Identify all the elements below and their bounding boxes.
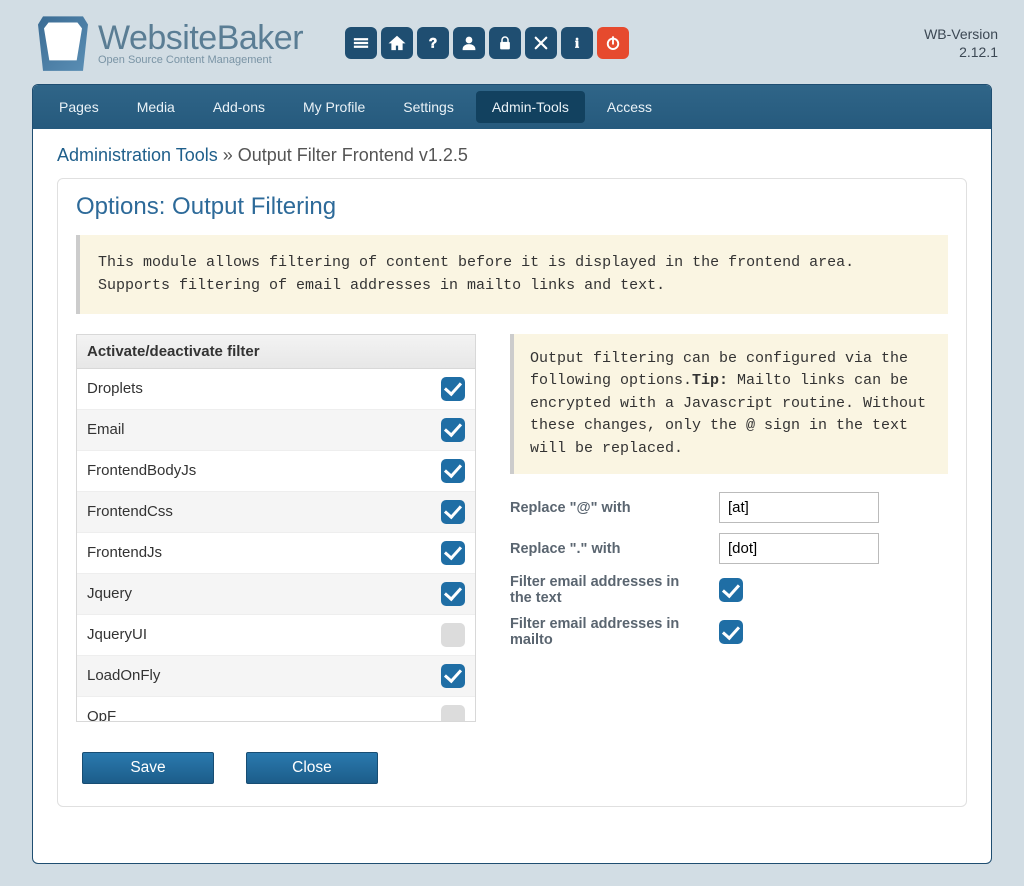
filter-toggle[interactable] [441,418,465,442]
filter-toggle[interactable] [441,705,465,721]
nav-item-settings[interactable]: Settings [387,91,470,123]
version-block: WB-Version 2.12.1 [924,25,1000,61]
filter-label: JqueryUI [87,626,147,643]
filter-row: FrontendBodyJs [77,451,475,492]
menu-icon[interactable] [345,27,377,59]
options-panel: Options: Output Filtering This module al… [57,178,967,807]
filter-toggle[interactable] [441,623,465,647]
svg-text:?: ? [429,36,437,51]
header-toolbar: ? i [345,27,629,59]
filter-label: FrontendJs [87,544,162,561]
filter-toggle[interactable] [441,377,465,401]
filter-label: OpF [87,708,116,721]
filter-header: Activate/deactivate filter [77,335,475,369]
filter-label: FrontendCss [87,503,173,520]
filter-row: Email [77,410,475,451]
filter-text-label: Filter email addresses in the text [510,574,705,606]
replace-dot-row: Replace "." with [510,533,948,564]
filter-label: Email [87,421,125,438]
intro-info-box: This module allows filtering of content … [76,235,948,314]
filter-row: FrontendCss [77,492,475,533]
tip-box: Output filtering can be configured via t… [510,334,948,475]
filter-mailto-toggle[interactable] [719,620,743,644]
filter-label: Jquery [87,585,132,602]
filter-row: OpF [77,697,475,721]
filter-row: Droplets [77,369,475,410]
help-icon[interactable]: ? [417,27,449,59]
filter-box: Activate/deactivate filter Droplets Email… [76,334,476,722]
brand-tagline: Open Source Content Management [98,55,303,66]
nav-item-media[interactable]: Media [121,91,191,123]
app-frame: PagesMediaAdd-onsMy ProfileSettingsAdmin… [32,84,992,864]
filter-toggle[interactable] [441,459,465,483]
filter-column: Activate/deactivate filter Droplets Email… [76,334,476,722]
filter-row: JqueryUI [77,615,475,656]
filter-toggle[interactable] [441,541,465,565]
brand-logo-block: WebsiteBaker Open Source Content Managem… [38,14,303,72]
options-column: Output filtering can be configured via t… [510,334,948,722]
breadcrumb-sep: » [218,145,238,165]
columns: Activate/deactivate filter Droplets Email… [76,334,948,722]
filter-row: Jquery [77,574,475,615]
main-nav: PagesMediaAdd-onsMy ProfileSettingsAdmin… [33,85,991,129]
replace-dot-label: Replace "." with [510,541,705,557]
replace-dot-input[interactable] [719,533,879,564]
filter-label: LoadOnFly [87,667,160,684]
filter-toggle[interactable] [441,664,465,688]
filter-row: LoadOnFly [77,656,475,697]
filter-toggle[interactable] [441,582,465,606]
nav-item-access[interactable]: Access [591,91,668,123]
info-icon[interactable]: i [561,27,593,59]
nav-item-add-ons[interactable]: Add-ons [197,91,281,123]
nav-item-pages[interactable]: Pages [43,91,115,123]
brand-name: WebsiteBaker [98,21,303,55]
tip-bold: Tip: [692,372,728,389]
filter-label: FrontendBodyJs [87,462,196,479]
close-button[interactable]: Close [246,752,378,784]
filter-text-toggle[interactable] [719,578,743,602]
filter-row: FrontendJs [77,533,475,574]
filter-label: Droplets [87,380,143,397]
nav-item-my-profile[interactable]: My Profile [287,91,381,123]
breadcrumb: Administration Tools » Output Filter Fro… [33,129,991,174]
panel-title: Options: Output Filtering [76,193,948,221]
replace-at-label: Replace "@" with [510,500,705,516]
breadcrumb-leaf: Output Filter Frontend v1.2.5 [238,145,468,165]
lock-icon[interactable] [489,27,521,59]
filter-mailto-label: Filter email addresses in mailto [510,616,705,648]
close-icon[interactable] [525,27,557,59]
home-icon[interactable] [381,27,413,59]
button-row: Save Close [82,752,948,784]
bucket-logo-icon [38,14,88,72]
brand-text: WebsiteBaker Open Source Content Managem… [98,21,303,66]
filter-mailto-row: Filter email addresses in mailto [510,616,948,648]
power-icon[interactable] [597,27,629,59]
replace-at-input[interactable] [719,492,879,523]
profile-icon[interactable] [453,27,485,59]
top-header: WebsiteBaker Open Source Content Managem… [0,0,1024,84]
save-button[interactable]: Save [82,752,214,784]
svg-text:i: i [575,36,579,51]
version-value: 2.12.1 [959,44,998,60]
filter-text-row: Filter email addresses in the text [510,574,948,606]
filter-list[interactable]: Droplets Email FrontendBodyJs FrontendCss Fr… [77,369,475,721]
replace-at-row: Replace "@" with [510,492,948,523]
breadcrumb-root-link[interactable]: Administration Tools [57,145,218,165]
filter-toggle[interactable] [441,500,465,524]
nav-item-admin-tools[interactable]: Admin-Tools [476,91,585,123]
version-label: WB-Version [924,26,998,42]
